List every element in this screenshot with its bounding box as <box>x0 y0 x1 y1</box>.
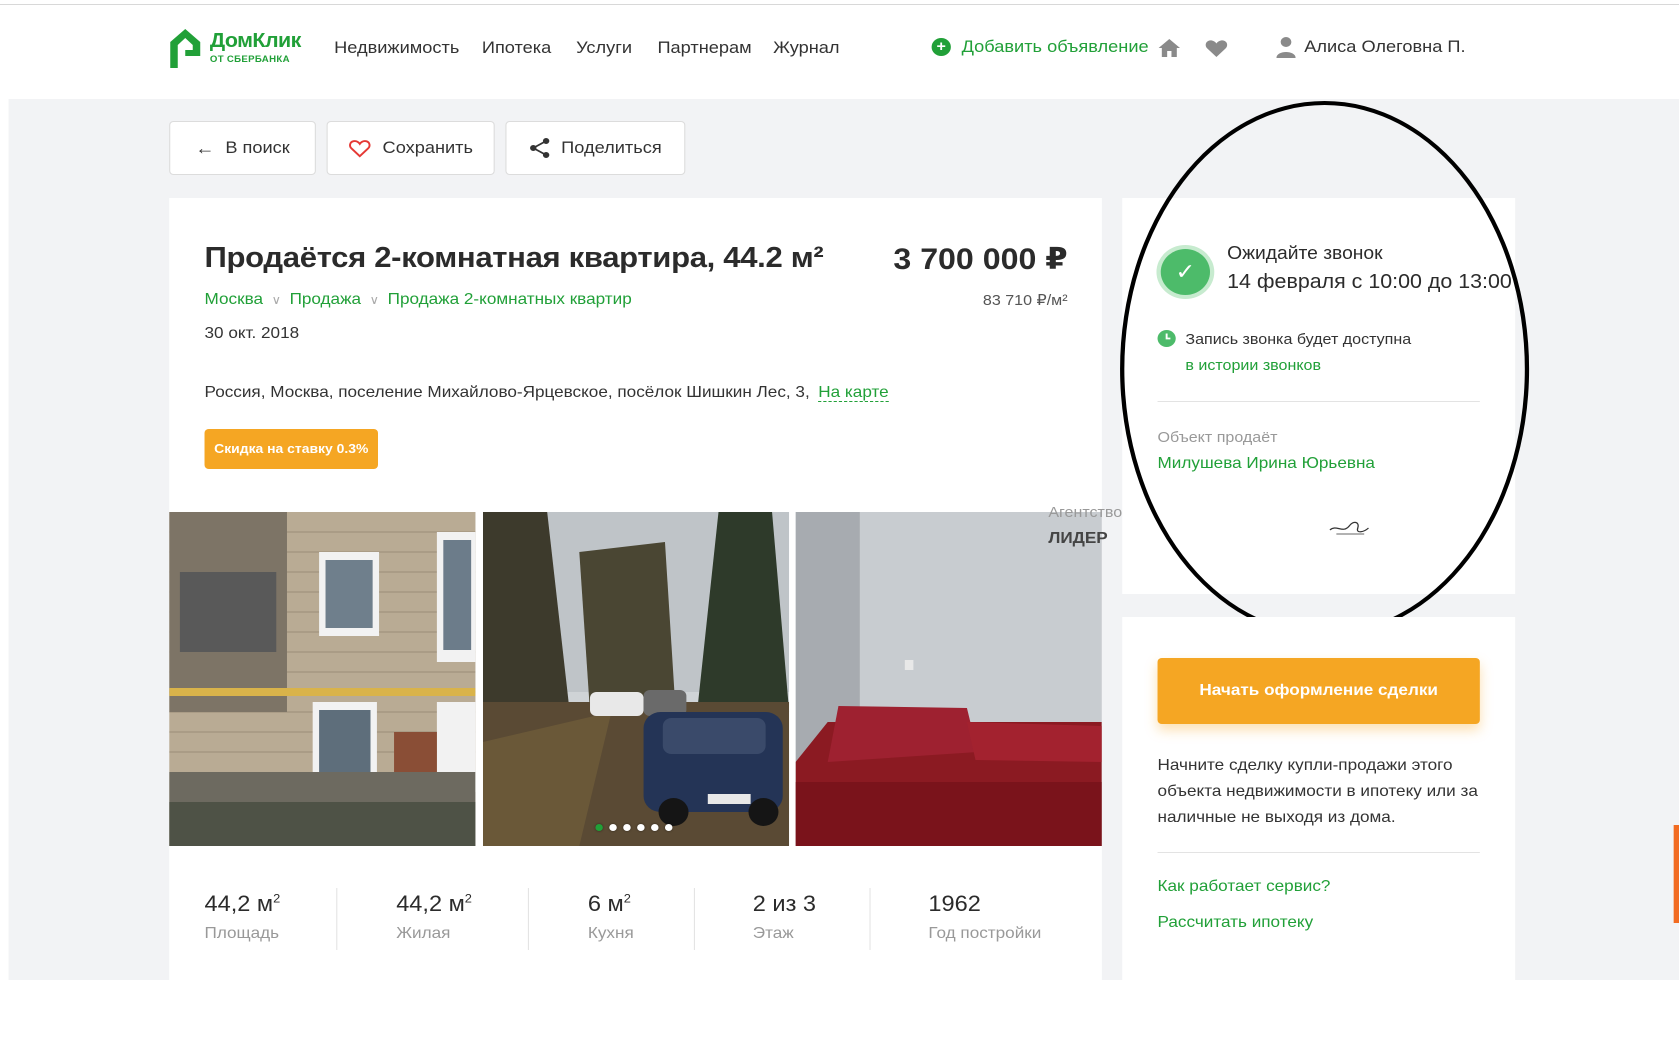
add-listing-label: Добавить объявление <box>961 37 1149 56</box>
photo-building[interactable] <box>169 512 476 846</box>
gallery-dot[interactable] <box>664 824 673 831</box>
user-icon <box>1276 37 1296 58</box>
gallery-dot[interactable] <box>637 824 645 831</box>
side-tab[interactable] <box>1673 825 1679 923</box>
save-button[interactable]: Сохранить <box>326 121 495 175</box>
stat-living: 44,2 м2 Жилая <box>396 891 472 942</box>
back-label: В поиск <box>225 138 290 157</box>
gallery-dot[interactable] <box>595 824 603 831</box>
logo-title: ДомКлик <box>209 30 302 52</box>
gallery-dot[interactable] <box>623 824 631 831</box>
share-label: Поделиться <box>561 138 662 157</box>
map-link[interactable]: На карте <box>818 384 889 402</box>
address-text: Россия, Москва, поселение Михайлово-Ярце… <box>204 384 810 401</box>
listing-price: 3 700 000 ₽ <box>893 243 1068 276</box>
back-to-search-button[interactable]: ← В поиск <box>169 121 316 175</box>
divider <box>336 888 338 950</box>
nav-partners[interactable]: Партнерам <box>657 38 751 58</box>
mortgage-calc-link[interactable]: Рассчитать ипотеку <box>1158 914 1314 932</box>
arrow-left-icon: ← <box>195 137 215 158</box>
plus-circle-icon: + <box>931 38 951 56</box>
house-logo-icon <box>170 29 201 68</box>
gallery-dots <box>595 824 673 831</box>
nav-mortgage[interactable]: Ипотека <box>482 38 551 58</box>
heart-icon[interactable] <box>1204 36 1230 60</box>
deal-description: Начните сделку купли-продажи этого объек… <box>1157 757 1478 826</box>
user-name: Алиса Олеговна П. <box>1304 37 1466 56</box>
share-icon <box>530 138 550 158</box>
breadcrumb-2room[interactable]: Продажа 2-комнатных квартир <box>388 291 632 309</box>
start-deal-button[interactable]: Начать оформление сделки <box>1157 658 1480 724</box>
save-label: Сохранить <box>382 138 474 157</box>
divider <box>527 888 529 950</box>
discount-badge: Скидка на ставку 0.3% <box>204 429 378 469</box>
user-menu[interactable]: Алиса Олеговна П. <box>1276 36 1466 58</box>
gallery-dot[interactable] <box>651 824 659 831</box>
nav-journal[interactable]: Журнал <box>773 38 839 58</box>
share-button[interactable]: Поделиться <box>505 121 686 175</box>
divider <box>1157 852 1480 853</box>
photo-room[interactable] <box>795 512 1102 846</box>
domclick-logo[interactable]: ДомКлик ОТ СБЕРБАНКА <box>167 26 306 72</box>
breadcrumb: Москва ∨ Продажа ∨ Продажа 2-комнатных к… <box>205 291 632 309</box>
chevron-down-icon: ∨ <box>271 293 282 307</box>
nav-services[interactable]: Услуги <box>576 38 632 58</box>
how-it-works-link[interactable]: Как работает сервис? <box>1158 878 1331 896</box>
page: ДомКлик ОТ СБЕРБАНКА Недвижимость Ипотек… <box>0 0 1679 980</box>
stat-floor: 2 из 3 Этаж <box>752 891 817 942</box>
divider <box>869 888 871 950</box>
gallery-dot[interactable] <box>609 824 617 831</box>
highlight-oval <box>1120 101 1530 637</box>
stat-area: 44,2 м2 Площадь <box>204 891 281 942</box>
nav-realty[interactable]: Недвижимость <box>334 38 459 58</box>
heart-outline-icon <box>349 140 371 158</box>
stat-kitchen: 6 м2 Кухня <box>587 891 634 942</box>
photo-courtyard[interactable] <box>482 512 790 846</box>
breadcrumb-sale[interactable]: Продажа <box>290 291 362 309</box>
agency-name: ЛИДЕР <box>1048 530 1108 547</box>
listing-title: Продаётся 2-комнатная квартира, 44.2 м² <box>204 242 824 274</box>
home-icon[interactable] <box>1156 36 1182 60</box>
listing-date: 30 окт. 2018 <box>204 325 300 342</box>
agency-label: Агентство <box>1048 504 1123 521</box>
logo-subtitle: ОТ СБЕРБАНКА <box>209 54 290 64</box>
divider <box>693 888 695 950</box>
listing-address: Россия, Москва, поселение Михайлово-Ярце… <box>205 384 889 402</box>
add-listing-link[interactable]: + Добавить объявление <box>931 37 1149 57</box>
price-per-m2: 83 710 ₽/м² <box>982 292 1068 309</box>
chevron-down-icon: ∨ <box>369 293 380 307</box>
breadcrumb-moscow[interactable]: Москва <box>205 291 263 309</box>
stat-year: 1962 Год постройки <box>928 891 1042 942</box>
